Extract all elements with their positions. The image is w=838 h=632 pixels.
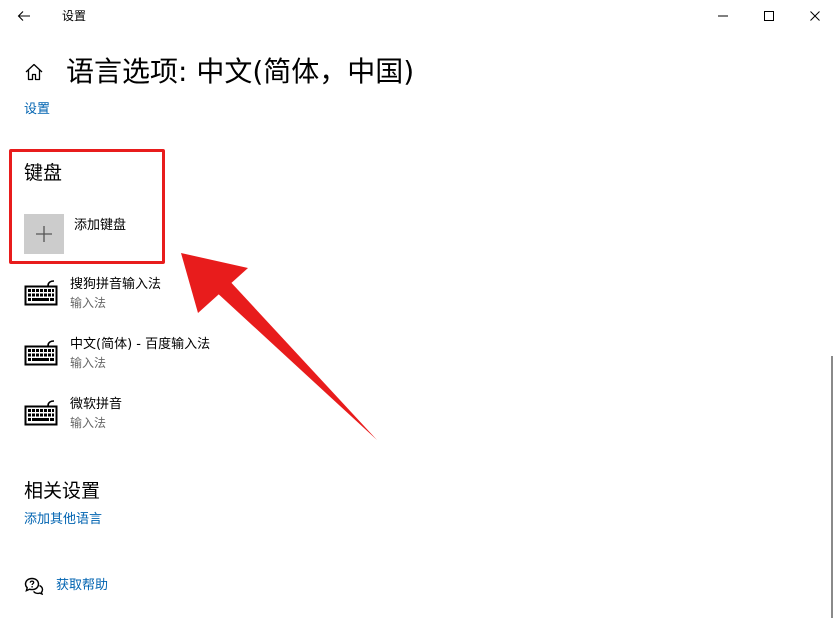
list-item-ime-microsoft-pinyin[interactable]: 微软拼音 输入法	[24, 396, 122, 436]
minimize-icon	[718, 15, 728, 17]
keyboard-icon	[24, 399, 58, 427]
annotation-arrow	[181, 253, 377, 440]
maximize-button[interactable]	[746, 0, 792, 32]
ime-type: 输入法	[70, 356, 107, 370]
highlight-box	[9, 149, 165, 264]
list-item-ime-sogou[interactable]: 搜狗拼音输入法 输入法	[24, 276, 161, 316]
get-help-link[interactable]: 获取帮助	[24, 577, 108, 595]
keyboard-icon	[24, 339, 58, 367]
ime-text: 微软拼音 输入法	[70, 396, 122, 432]
maximize-icon	[764, 11, 774, 21]
list-item-ime-baidu[interactable]: 中文(简体) - 百度输入法 输入法	[24, 336, 210, 376]
home-button[interactable]	[22, 60, 46, 84]
close-icon	[810, 11, 820, 21]
related-settings-heading: 相关设置	[24, 480, 101, 502]
get-help-label: 获取帮助	[56, 578, 109, 593]
ime-text: 搜狗拼音输入法 输入法	[70, 276, 161, 312]
close-button[interactable]	[792, 0, 838, 32]
back-button[interactable]	[8, 0, 40, 32]
ime-name: 搜狗拼音输入法	[70, 277, 162, 292]
page-title: 语言选项: 中文(简体，中国)	[66, 55, 415, 88]
app-title: 设置	[62, 9, 87, 23]
breadcrumb-settings-link[interactable]: 设置	[24, 101, 50, 119]
ime-type: 输入法	[70, 416, 107, 430]
home-icon	[25, 63, 43, 81]
back-arrow-icon	[17, 11, 30, 21]
vertical-scrollbar[interactable]	[831, 356, 833, 618]
ime-text: 中文(简体) - 百度输入法 输入法	[70, 336, 210, 372]
keyboard-icon	[24, 279, 58, 307]
ime-name: 中文(简体) - 百度输入法	[70, 337, 211, 352]
ime-type: 输入法	[70, 296, 107, 310]
title-bar: 设置	[0, 0, 838, 32]
settings-window: 设置 语言选项: 中文(简体，中国) 设置 键盘 添加键盘 搜狗拼音输入法 输入…	[0, 0, 838, 632]
ime-name: 微软拼音	[70, 397, 123, 412]
help-chat-icon	[24, 577, 44, 595]
add-other-language-link[interactable]: 添加其他语言	[24, 511, 102, 529]
minimize-button[interactable]	[700, 0, 746, 32]
